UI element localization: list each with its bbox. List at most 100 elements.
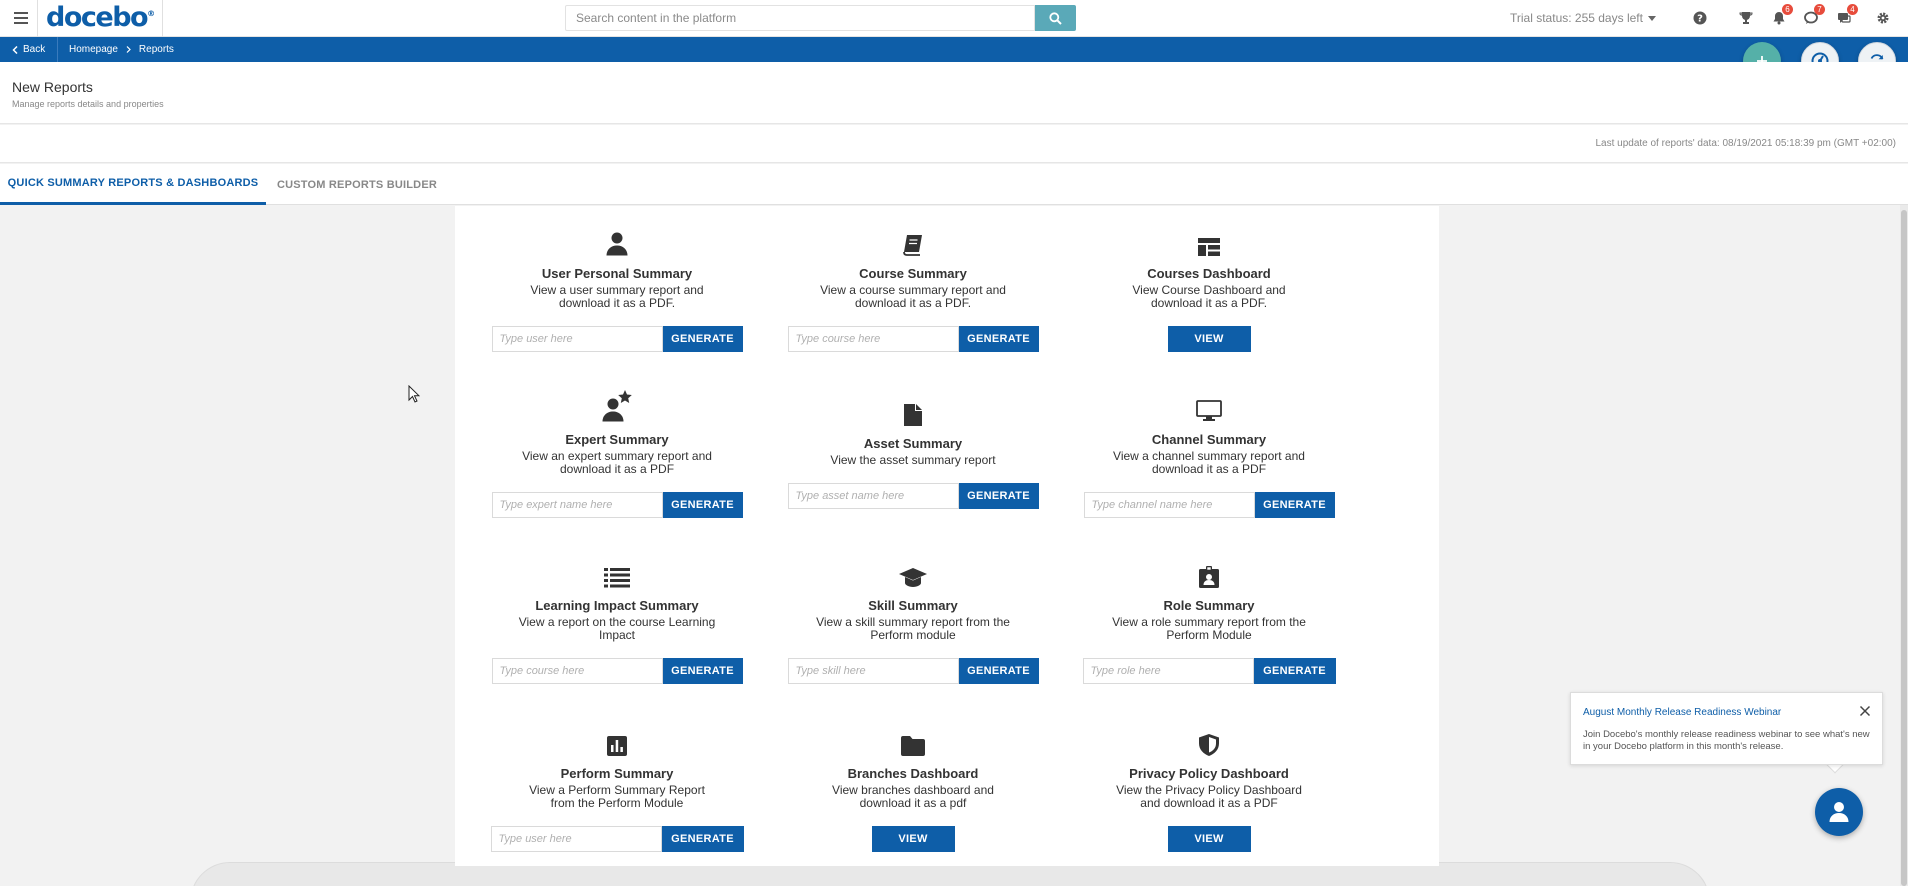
channel-input[interactable] bbox=[1083, 492, 1255, 518]
file-icon bbox=[773, 394, 1053, 426]
course-input[interactable] bbox=[787, 326, 959, 352]
expert-input[interactable] bbox=[491, 492, 663, 518]
card-description: View Course Dashboard and download it as… bbox=[1132, 283, 1286, 310]
bar-chart-icon bbox=[477, 724, 757, 756]
card-title: Branches Dashboard bbox=[847, 766, 979, 781]
user-star-icon bbox=[477, 390, 757, 422]
card-title: Perform Summary bbox=[560, 766, 674, 781]
reports-panel: User Personal Summary View a user summar… bbox=[455, 206, 1439, 866]
folder-icon bbox=[773, 724, 1053, 756]
generate-button[interactable]: GENERATE bbox=[662, 492, 743, 518]
trial-status-dropdown[interactable]: Trial status: 255 days left bbox=[1510, 11, 1656, 25]
card-privacy-policy-dashboard: Privacy Policy Dashboard View the Privac… bbox=[1069, 724, 1349, 852]
tab-quick-summary[interactable]: QUICK SUMMARY REPORTS & DASHBOARDS bbox=[0, 164, 266, 205]
webinar-notification: August Monthly Release Readiness Webinar… bbox=[1570, 692, 1883, 765]
card-user-personal-summary: User Personal Summary View a user summar… bbox=[477, 224, 757, 352]
card-description: View a Perform Summary Report from the P… bbox=[529, 783, 705, 810]
user-input[interactable] bbox=[490, 826, 662, 852]
card-title: Skill Summary bbox=[868, 598, 958, 613]
dashboard-icon bbox=[1069, 224, 1349, 256]
user-icon bbox=[477, 224, 757, 256]
gear-icon[interactable] bbox=[1874, 9, 1892, 27]
trophy-icon[interactable] bbox=[1737, 9, 1755, 27]
course-input[interactable] bbox=[491, 658, 663, 684]
list-icon bbox=[477, 556, 757, 588]
notification-title-link[interactable]: August Monthly Release Readiness Webinar bbox=[1583, 707, 1781, 718]
card-title: Course Summary bbox=[859, 266, 967, 281]
view-button[interactable]: VIEW bbox=[1167, 826, 1251, 852]
shield-icon bbox=[1069, 724, 1349, 756]
report-tabs: QUICK SUMMARY REPORTS & DASHBOARDS CUSTO… bbox=[0, 164, 1908, 205]
card-description: View a user summary report and download … bbox=[530, 283, 704, 310]
messages-icon[interactable]: 4 bbox=[1835, 4, 1858, 27]
card-title: Learning Impact Summary bbox=[535, 598, 699, 613]
card-description: View branches dashboard and download it … bbox=[832, 783, 994, 810]
search-button[interactable] bbox=[1035, 5, 1076, 31]
logo-area[interactable]: docebo® bbox=[37, 0, 163, 37]
card-description: View a report on the course Learning Imp… bbox=[518, 615, 716, 642]
card-title: Asset Summary bbox=[863, 436, 963, 451]
card-courses-dashboard: Courses Dashboard View Course Dashboard … bbox=[1069, 224, 1349, 352]
notifications-badge: 6 bbox=[1782, 4, 1793, 15]
breadcrumb: Homepage Reports bbox=[69, 37, 174, 62]
view-button[interactable]: VIEW bbox=[871, 826, 955, 852]
card-channel-summary: Channel Summary View a channel summary r… bbox=[1069, 390, 1349, 518]
search-icon bbox=[1049, 11, 1062, 25]
asset-input[interactable] bbox=[787, 483, 959, 509]
generate-button[interactable]: GENERATE bbox=[958, 658, 1039, 684]
top-bar: docebo® Trial status: 255 days left ? 6 … bbox=[0, 0, 1908, 37]
back-label: Back bbox=[23, 44, 46, 55]
graduation-cap-icon bbox=[773, 556, 1053, 588]
generate-button[interactable]: GENERATE bbox=[661, 826, 744, 852]
card-perform-summary: Perform Summary View a Perform Summary R… bbox=[477, 724, 757, 852]
monitor-icon bbox=[1069, 390, 1349, 422]
card-title: Channel Summary bbox=[1151, 432, 1267, 447]
tab-custom-reports-builder[interactable]: CUSTOM REPORTS BUILDER bbox=[266, 164, 448, 205]
hamburger-menu-icon[interactable] bbox=[10, 8, 32, 28]
breadcrumb-reports: Reports bbox=[138, 44, 174, 55]
generate-button[interactable]: GENERATE bbox=[662, 326, 743, 352]
messages-badge: 4 bbox=[1847, 4, 1858, 15]
card-description: View a channel summary report and downlo… bbox=[1113, 449, 1305, 476]
card-skill-summary: Skill Summary View a skill summary repor… bbox=[773, 556, 1053, 684]
generate-button[interactable]: GENERATE bbox=[1254, 492, 1335, 518]
docebo-logo[interactable]: docebo® bbox=[46, 2, 155, 33]
chevron-left-icon bbox=[12, 45, 18, 54]
bell-icon[interactable]: 6 bbox=[1770, 4, 1793, 27]
user-input[interactable] bbox=[491, 326, 663, 352]
generate-button[interactable]: GENERATE bbox=[1253, 658, 1336, 684]
card-title: Privacy Policy Dashboard bbox=[1129, 766, 1289, 781]
generate-button[interactable]: GENERATE bbox=[662, 658, 743, 684]
generate-button[interactable]: GENERATE bbox=[958, 483, 1039, 509]
page-subtitle: Manage reports details and properties bbox=[12, 99, 164, 109]
id-badge-icon bbox=[1069, 556, 1349, 588]
card-expert-summary: Expert Summary View an expert summary re… bbox=[477, 390, 757, 518]
page-title: New Reports bbox=[12, 79, 93, 95]
card-asset-summary: Asset Summary View the asset summary rep… bbox=[773, 394, 1053, 509]
last-update-row: Last update of reports' data: 08/19/2021… bbox=[0, 125, 1908, 163]
card-description: View a skill summary report from the Per… bbox=[816, 615, 1010, 642]
role-input[interactable] bbox=[1082, 658, 1254, 684]
card-course-summary: Course Summary View a course summary rep… bbox=[773, 224, 1053, 352]
breadcrumb-homepage[interactable]: Homepage bbox=[69, 44, 118, 55]
back-button[interactable]: Back bbox=[0, 37, 59, 62]
scrollbar-thumb[interactable] bbox=[1901, 210, 1907, 886]
user-icon bbox=[1829, 802, 1849, 822]
close-icon[interactable] bbox=[1858, 704, 1872, 718]
card-branches-dashboard: Branches Dashboard View branches dashboa… bbox=[773, 724, 1053, 852]
card-role-summary: Role Summary View a role summary report … bbox=[1069, 556, 1349, 684]
card-title: Expert Summary bbox=[565, 432, 669, 447]
svg-text:?: ? bbox=[1697, 14, 1703, 25]
assistant-button[interactable] bbox=[1815, 788, 1863, 836]
generate-button[interactable]: GENERATE bbox=[958, 326, 1039, 352]
help-icon[interactable]: ? bbox=[1691, 9, 1709, 27]
card-description: View the Privacy Policy Dashboard and do… bbox=[1116, 783, 1302, 810]
mouse-cursor-icon bbox=[408, 385, 420, 403]
view-button[interactable]: VIEW bbox=[1167, 326, 1251, 352]
book-icon bbox=[773, 224, 1053, 256]
chat-bubble-icon[interactable]: 7 bbox=[1802, 4, 1825, 27]
card-description: View the asset summary report bbox=[830, 453, 996, 467]
search-input[interactable] bbox=[565, 5, 1035, 31]
skill-input[interactable] bbox=[787, 658, 959, 684]
chat-badge: 7 bbox=[1814, 4, 1825, 15]
